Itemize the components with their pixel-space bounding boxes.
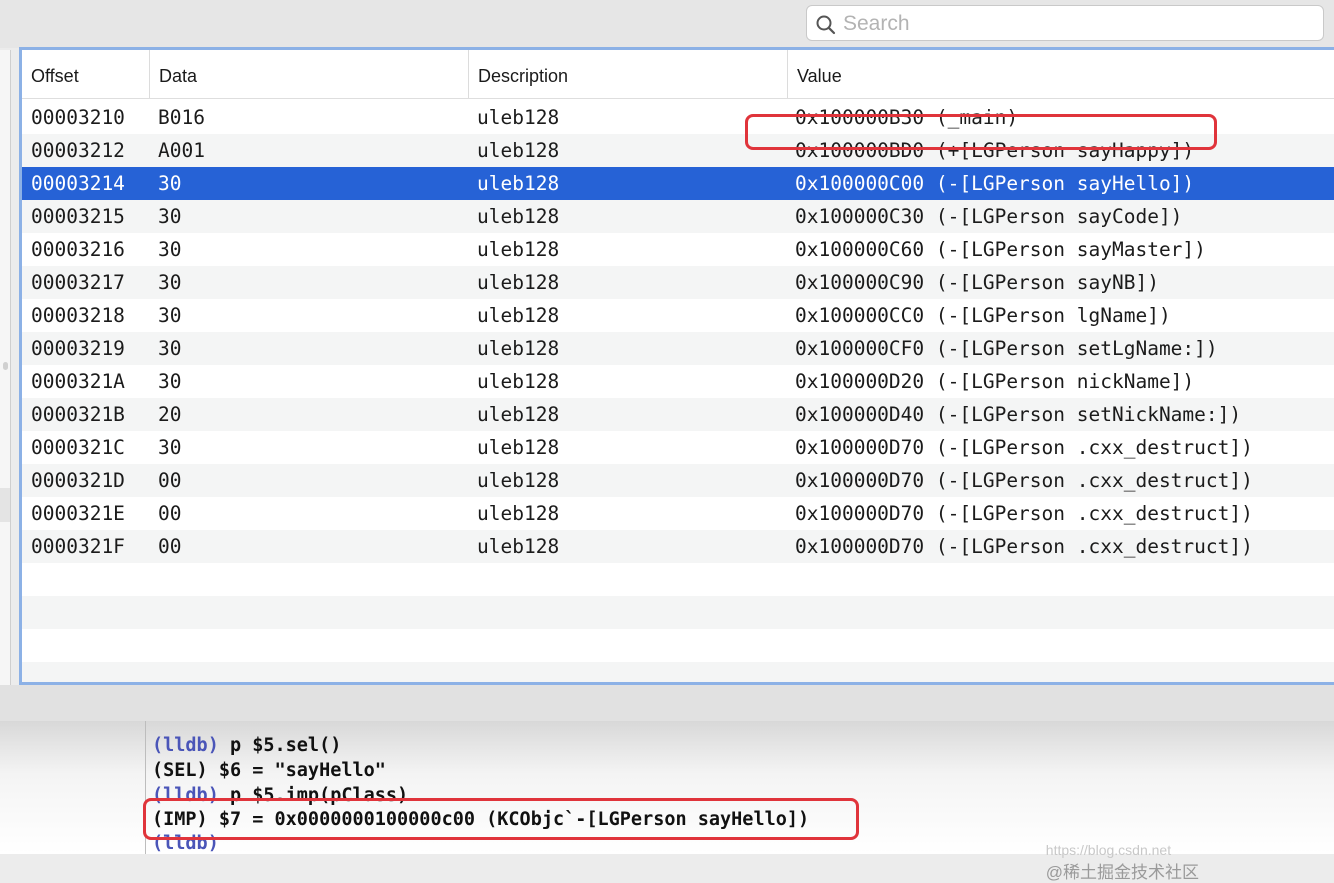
cell-description: uleb128 [477, 172, 560, 195]
cell-value: 0x100000CC0 (-[LGPerson lgName]) [795, 304, 1171, 327]
console-line: (SEL) $6 = "sayHello" [152, 760, 386, 781]
column-header-offset[interactable]: Offset [22, 50, 149, 98]
console-text: (SEL) $6 = "sayHello" [152, 760, 386, 781]
search-icon [816, 15, 836, 35]
cell-value: 0x100000D70 (-[LGPerson .cxx_destruct]) [795, 436, 1253, 459]
table-row[interactable]: 0000321B 20 uleb128 0x100000D40 (-[LGPerson… [22, 398, 1334, 431]
cell-description: uleb128 [477, 337, 560, 360]
cell-offset: 0000321D [31, 469, 125, 492]
cell-offset: 00003217 [31, 271, 125, 294]
table-row[interactable]: 00003210 B016 uleb128 0x100000B30 (_main) [22, 101, 1334, 134]
cell-value: 0x100000C90 (-[LGPerson sayNB]) [795, 271, 1159, 294]
watermark: https://blog.csdn.net @稀土掘金技术社区 [1038, 826, 1199, 883]
cell-data: 00 [158, 469, 182, 492]
window-bottom-bar [0, 685, 1334, 721]
cell-offset: 0000321C [31, 436, 125, 459]
cell-data: 30 [158, 238, 182, 261]
watermark-site: @稀土掘金技术社区 [1045, 863, 1200, 882]
cell-data: 30 [158, 271, 182, 294]
cell-description: uleb128 [477, 205, 560, 228]
cell-description: uleb128 [477, 469, 560, 492]
cell-value: 0x100000C00 (-[LGPerson sayHello]) [795, 172, 1195, 195]
split-handle[interactable] [3, 362, 8, 370]
cell-offset: 00003219 [31, 337, 125, 360]
sidebar-edge [0, 50, 11, 720]
cell-offset: 00003215 [31, 205, 125, 228]
cell-offset: 00003218 [31, 304, 125, 327]
column-header-data[interactable]: Data [149, 50, 467, 98]
table-row[interactable]: 0000321A 30 uleb128 0x100000D20 (-[LGPerson… [22, 365, 1334, 398]
watermark-url: https://blog.csdn.net [1045, 842, 1172, 858]
data-table[interactable]: Offset Data Description Value 00003210 B0… [19, 47, 1334, 685]
highlight-box-imp-line [143, 798, 859, 840]
cell-description: uleb128 [477, 502, 560, 525]
cell-value: 0x100000B30 (_main) [795, 106, 1019, 129]
cell-data: 30 [158, 436, 182, 459]
cell-offset: 0000321A [31, 370, 125, 393]
cell-offset: 0000321B [31, 403, 125, 426]
cell-data: 00 [158, 502, 182, 525]
table-row[interactable]: 00003212 A001 uleb128 0x100000BD0 (+[LGPers… [22, 134, 1334, 167]
console-prompt: (lldb) [152, 735, 219, 756]
column-header-description[interactable]: Description [468, 50, 786, 98]
cell-offset: 00003210 [31, 106, 125, 129]
cell-value: 0x100000D70 (-[LGPerson .cxx_destruct]) [795, 469, 1253, 492]
cell-value: 0x100000D40 (-[LGPerson setNickName:]) [795, 403, 1242, 426]
cell-data: 30 [158, 370, 182, 393]
cell-description: uleb128 [477, 370, 560, 393]
cell-value: 0x100000C60 (-[LGPerson sayMaster]) [795, 238, 1206, 261]
cell-description: uleb128 [477, 238, 560, 261]
cell-offset: 00003212 [31, 139, 125, 162]
cell-description: uleb128 [477, 271, 560, 294]
table-row[interactable]: 0000321F 00 uleb128 0x100000D70 (-[LGPerson… [22, 530, 1334, 563]
cell-value: 0x100000D70 (-[LGPerson .cxx_destruct]) [795, 502, 1253, 525]
table-row[interactable]: 00003219 30 uleb128 0x100000CF0 (-[LGPerson… [22, 332, 1334, 365]
cell-value: 0x100000BD0 (+[LGPerson sayHappy]) [795, 139, 1195, 162]
table-row[interactable]: 00003215 30 uleb128 0x100000C30 (-[LGPerson… [22, 200, 1334, 233]
cell-value: 0x100000D20 (-[LGPerson nickName]) [795, 370, 1195, 393]
table-body: 00003210 B016 uleb128 0x100000B30 (_main) 00… [22, 101, 1334, 682]
column-header-value[interactable]: Value [787, 50, 1334, 98]
cell-data: A001 [158, 139, 205, 162]
cell-description: uleb128 [477, 535, 560, 558]
table-row-empty [22, 662, 1334, 682]
toolbar [0, 0, 1334, 48]
table-row[interactable]: 0000321D 00 uleb128 0x100000D70 (-[LGPerson… [22, 464, 1334, 497]
cell-description: uleb128 [477, 106, 560, 129]
cell-offset: 0000321F [31, 535, 125, 558]
cell-description: uleb128 [477, 304, 560, 327]
cell-data: 30 [158, 304, 182, 327]
cell-description: uleb128 [477, 139, 560, 162]
search-input[interactable] [841, 9, 1315, 39]
table-row[interactable]: 0000321E 00 uleb128 0x100000D70 (-[LGPerson… [22, 497, 1334, 530]
cell-description: uleb128 [477, 436, 560, 459]
console-text: p $5.sel() [218, 735, 342, 756]
cell-data: 30 [158, 337, 182, 360]
table-row-selected[interactable]: 00003214 30 uleb128 0x100000C00 (-[LGPerson… [22, 167, 1334, 200]
console-line: (lldb) p $5.sel() [152, 735, 341, 756]
table-row[interactable]: 00003216 30 uleb128 0x100000C60 (-[LGPerson… [22, 233, 1334, 266]
table-row-empty [22, 629, 1334, 662]
cell-data: 30 [158, 172, 182, 195]
search-field[interactable] [806, 5, 1324, 41]
table-row[interactable]: 00003218 30 uleb128 0x100000CC0 (-[LGPerson… [22, 299, 1334, 332]
table-row-empty [22, 596, 1334, 629]
cell-offset: 00003214 [31, 172, 125, 195]
table-row[interactable]: 00003217 30 uleb128 0x100000C90 (-[LGPerson… [22, 266, 1334, 299]
cell-data: 30 [158, 205, 182, 228]
cell-data: B016 [158, 106, 205, 129]
cell-data: 20 [158, 403, 182, 426]
cell-value: 0x100000D70 (-[LGPerson .cxx_destruct]) [795, 535, 1253, 558]
cell-data: 00 [158, 535, 182, 558]
cell-value: 0x100000C30 (-[LGPerson sayCode]) [795, 205, 1183, 228]
table-row[interactable]: 0000321C 30 uleb128 0x100000D70 (-[LGPerson… [22, 431, 1334, 464]
cell-offset: 0000321E [31, 502, 125, 525]
table-row-empty [22, 563, 1334, 596]
sidebar-selection-band [0, 488, 10, 522]
cell-description: uleb128 [477, 403, 560, 426]
table-header: Offset Data Description Value [22, 50, 1334, 99]
cell-offset: 00003216 [31, 238, 125, 261]
cell-value: 0x100000CF0 (-[LGPerson setLgName:]) [795, 337, 1218, 360]
